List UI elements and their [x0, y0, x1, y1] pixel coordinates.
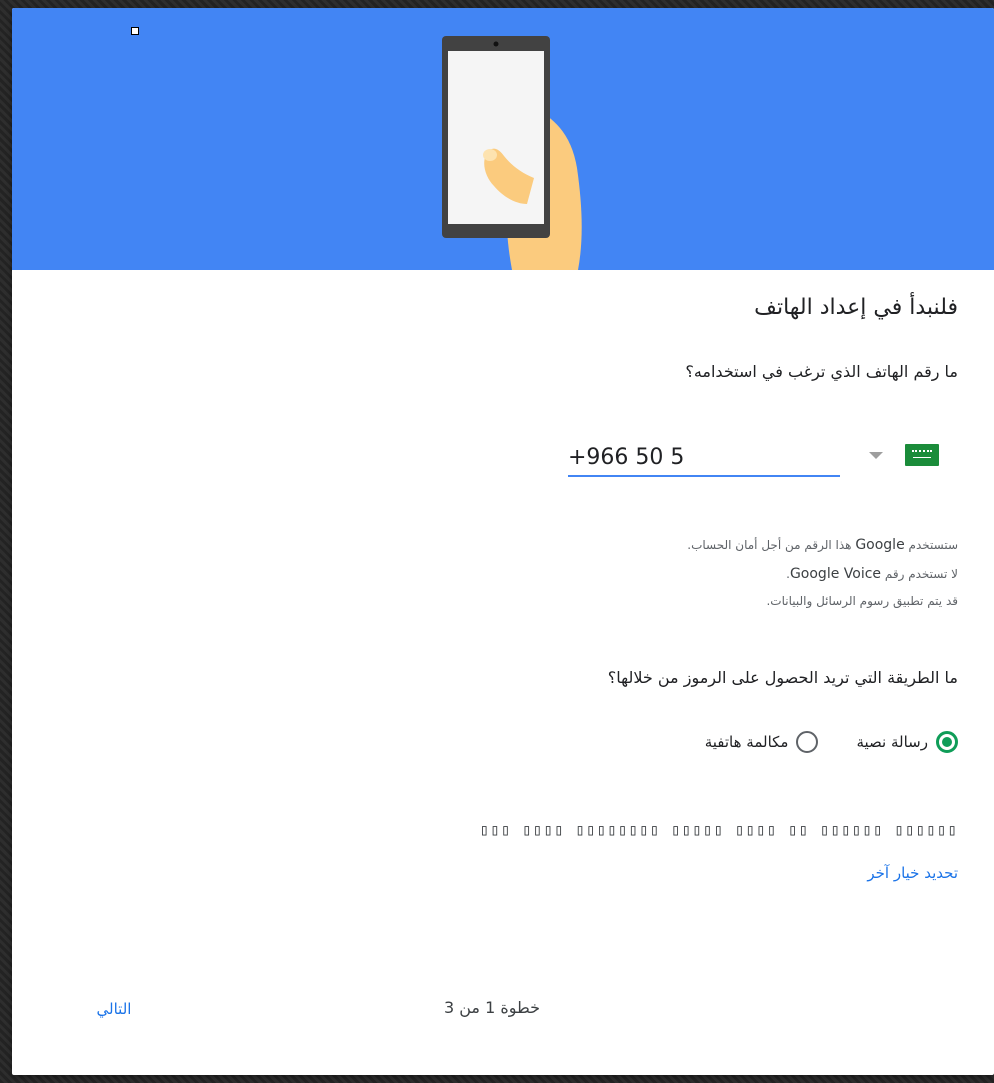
- google-brand-text: Google: [855, 537, 905, 553]
- google-voice-notice-prefix: لا تستخدم رقم: [884, 567, 958, 581]
- page-title: فلنبدأ في إعداد الهاتف: [754, 295, 958, 320]
- choose-another-option-link[interactable]: تحديد خيار آخر: [867, 864, 958, 882]
- phone-number-input[interactable]: [568, 440, 840, 474]
- call-option[interactable]: مكالمة هاتفية: [705, 731, 819, 753]
- phone-setup-card: فلنبدأ في إعداد الهاتف ما رقم الهاتف الذ…: [12, 8, 994, 1075]
- verification-method-group: رسالة نصية مكالمة هاتفية: [667, 726, 958, 758]
- hand-holding-phone-illustration: [442, 36, 582, 270]
- phone-input-underline: [568, 475, 840, 477]
- selection-handle: [131, 27, 139, 35]
- sms-radio-button[interactable]: [936, 731, 958, 753]
- rates-notice: قد يتم تطبيق رسوم الرسائل والبيانات.: [766, 594, 958, 608]
- unrendered-text-line: ▯▯▯ ▯▯▯▯ ▯▯▯▯▯▯▯▯ ▯▯▯▯▯ ▯▯▯▯ ▯▯ ▯▯▯▯▯▯ ▯…: [479, 820, 958, 839]
- security-notice: ستستخدم Google هذا الرقم من أجل أمان الح…: [687, 537, 958, 553]
- saudi-arabia-flag-icon: [905, 444, 939, 466]
- country-code-dropdown[interactable]: [867, 440, 947, 470]
- step-indicator: خطوة 1 من 3: [443, 998, 541, 1017]
- call-radio-button[interactable]: [796, 731, 819, 753]
- security-notice-prefix: ستستخدم: [908, 538, 958, 552]
- google-voice-brand-text: Google Voice: [789, 566, 882, 582]
- google-voice-notice: لا تستخدم رقم Google Voice.: [786, 566, 958, 582]
- verification-method-question: ما الطريقة التي تريد الحصول على الرموز م…: [607, 668, 958, 687]
- header-banner: [12, 8, 994, 270]
- sms-option[interactable]: رسالة نصية: [856, 731, 958, 753]
- next-button[interactable]: التالي: [84, 996, 144, 1022]
- security-notice-suffix: هذا الرقم من أجل أمان الحساب.: [687, 538, 852, 552]
- call-label: مكالمة هاتفية: [704, 733, 789, 751]
- phone-number-question: ما رقم الهاتف الذي ترغب في استخدامه؟: [685, 362, 958, 381]
- chevron-down-icon: [869, 452, 883, 459]
- sms-label: رسالة نصية: [856, 733, 928, 751]
